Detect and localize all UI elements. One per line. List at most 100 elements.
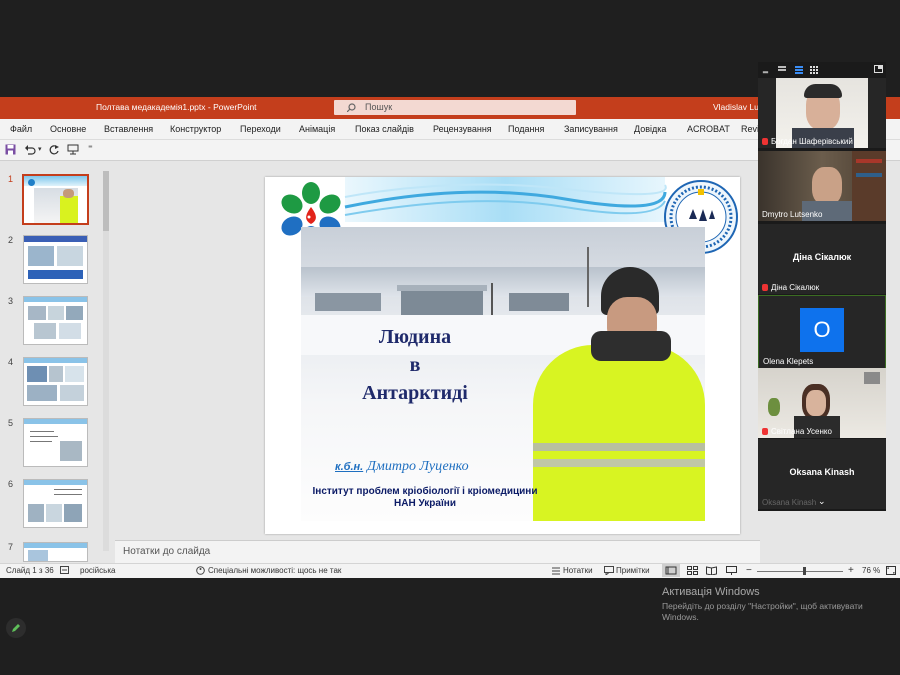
participant-name: Діна Сікалюк [771,283,820,292]
slide-number: 7 [8,542,14,552]
participant-name: Dmytro Lutsenko [762,210,823,219]
slide-title-line1: Людина [378,326,452,348]
slide-thumbnail-2[interactable] [23,235,88,284]
slide-number: 2 [8,235,14,245]
windows-activation-notice: Активація Windows Перейдіть до розділу "… [662,586,863,622]
gallery-strip-icon[interactable] [778,66,786,74]
accessibility-icon[interactable] [196,566,205,575]
search-box[interactable]: Пошук [334,100,576,115]
gallery-view-icon[interactable] [810,66,818,74]
notes-placeholder: Нотатки до слайда [123,546,211,557]
language[interactable]: російська [80,566,115,575]
undo-dropdown-icon[interactable]: ▾ [38,145,42,153]
slide-title-line2: в [409,354,421,376]
exit-minimized-icon[interactable] [874,65,883,73]
slide-thumbnail-4[interactable] [23,357,88,406]
tab-slideshow[interactable]: Показ слайдів [355,124,414,134]
tab-home[interactable]: Основне [50,124,86,134]
search-placeholder: Пошук [365,102,393,112]
user-name[interactable]: Vladislav Lut [713,102,761,112]
status-bar: Слайд 1 з 36 російська Спеціальні можлив… [0,563,900,578]
annotate-button[interactable] [6,618,26,638]
slide-number: 6 [8,479,14,489]
notes-pane[interactable]: Нотатки до слайда [115,540,760,563]
tab-design[interactable]: Конструктор [170,124,221,134]
institute-line1: Інститут проблем кріобіології і кріомеди… [312,486,538,497]
participant-tile[interactable]: Dmytro Lutsenko [758,151,886,221]
slide-number: 3 [8,296,14,306]
participant-tile[interactable]: Світлана Усенко [758,368,886,438]
tab-acrobat[interactable]: ACROBAT [687,124,730,134]
slide-sorter-icon[interactable] [687,566,698,575]
slide-thumbnail-7[interactable] [23,542,88,562]
author-degree: к.б.н. [335,461,364,473]
comments-icon[interactable] [604,566,614,575]
zoom-slider[interactable] [757,571,843,572]
participant-tile[interactable]: Богдан Шаферівський [758,78,886,148]
zoom-level[interactable]: 76 % [862,566,880,575]
pen-icon [12,624,20,632]
muted-mic-icon [762,428,768,435]
author-name: Дмитро Луценко [367,459,469,474]
tab-view[interactable]: Подання [508,124,544,134]
zoom-out-button[interactable]: − [746,565,752,576]
search-icon [347,103,356,112]
notes-icon[interactable] [551,566,561,575]
fit-to-window-icon[interactable] [886,566,896,575]
start-slideshow-icon[interactable] [67,144,79,155]
activation-line2: Windows. [662,612,699,622]
scroll-down-icon[interactable]: ⌄ [818,496,826,507]
tab-file[interactable]: Файл [10,124,32,134]
participant-tile[interactable]: Діна Сікалюк Діна Сікалюк [758,224,886,294]
file-title: Полтава медакадемія1.pptx - PowerPoint [96,102,257,112]
zoom-in-button[interactable]: + [848,565,854,576]
zoom-slider-thumb[interactable] [803,567,806,575]
participant-name: Oksana Kinash [762,498,817,507]
tab-review[interactable]: Рецензування [433,124,492,134]
slide-thumbnail-5[interactable] [23,418,88,467]
active-speaker-icon[interactable] [795,66,803,74]
slide-thumbnails-pane: 1 2 3 4 5 6 7 [0,161,113,563]
participant-name: Світлана Усенко [771,427,832,436]
spellcheck-icon[interactable] [60,566,70,575]
activation-line1: Перейдіть до розділу "Настройки", щоб ак… [662,601,863,611]
institute-line2: НАН України [394,498,456,509]
reading-view-icon[interactable] [706,566,717,575]
notes-button[interactable]: Нотатки [563,566,593,575]
current-slide[interactable]: Людина в Антарктиді к.б.н. Дмитро Луценк… [265,177,740,534]
minimize-icon[interactable]: ‗ [763,63,768,73]
normal-view-icon[interactable] [662,564,680,577]
comments-button[interactable]: Примітки [616,566,650,575]
tab-insert[interactable]: Вставлення [104,124,153,134]
slide-thumbnail-1[interactable] [22,174,89,225]
participant-name: Богдан Шаферівський [771,137,853,146]
participant-tile-active[interactable]: O Olena Klepets [758,295,886,369]
tab-transitions[interactable]: Переходи [240,124,281,134]
participant-name: Olena Klepets [763,357,814,366]
activation-title: Активація Windows [662,586,760,598]
accessibility-status[interactable]: Спеціальні можливості: щось не так [208,566,341,575]
institute-name: Інститут проблем кріобіології і кріомеди… [305,486,545,510]
slide-number: 4 [8,357,14,367]
tab-record[interactable]: Записування [564,124,618,134]
slide-title: Людина в Антарктиді [325,323,505,407]
participant-center-label: Oksana Kinash [789,467,855,477]
zoom-toolbar: ‗ [758,62,886,78]
muted-mic-icon [762,138,768,145]
slide-title-line3: Антарктиді [362,382,468,404]
slide-number: 1 [8,174,14,184]
participant-avatar: O [800,308,844,352]
muted-mic-icon [762,284,768,291]
tab-animations[interactable]: Анімація [299,124,335,134]
tab-help[interactable]: Довідка [634,124,666,134]
slide-info: Слайд 1 з 36 [6,566,54,575]
slide-thumbnail-3[interactable] [23,296,88,345]
save-icon[interactable] [5,144,16,155]
redo-icon[interactable] [48,144,60,155]
tab-review-2[interactable]: Revi [741,124,759,134]
slide-thumbnail-6[interactable] [23,479,88,528]
customize-toolbar-icon[interactable]: ⁼ [88,143,93,154]
thumbnails-scrollbar[interactable] [103,171,109,551]
undo-icon[interactable] [24,144,36,155]
slideshow-view-icon[interactable] [726,566,737,575]
